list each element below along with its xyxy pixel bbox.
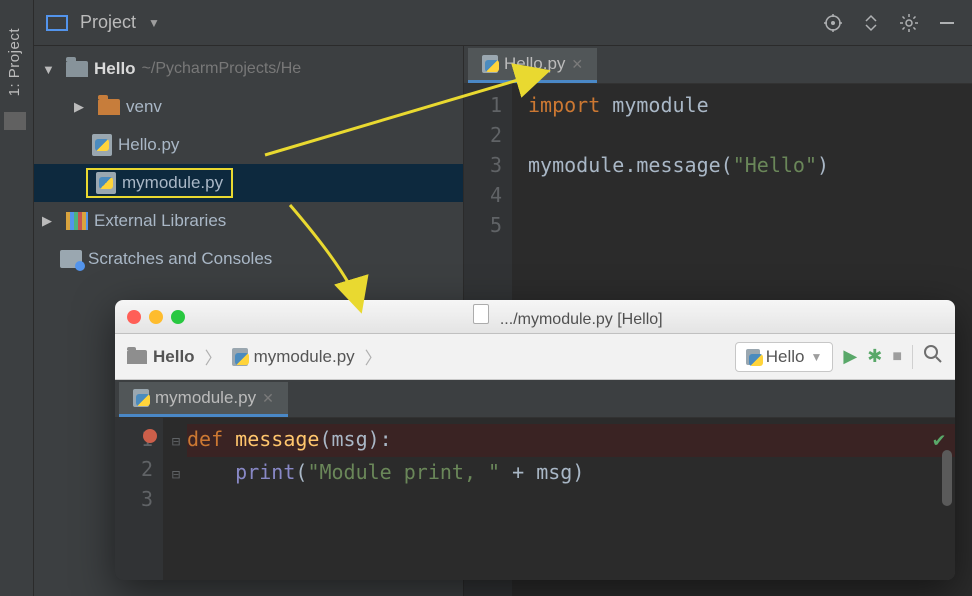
params: (msg): xyxy=(319,427,391,451)
tree-label: Hello.py xyxy=(118,135,179,155)
tree-hello-py[interactable]: Hello.py xyxy=(34,126,463,164)
tree-label: venv xyxy=(126,97,162,117)
line-number: 3 xyxy=(464,150,502,180)
keyword: def xyxy=(187,427,223,451)
keyword: import xyxy=(528,93,600,117)
chevron-down-icon: ▼ xyxy=(811,350,823,364)
project-tool-tab[interactable]: 1: Project xyxy=(6,28,23,96)
code-area[interactable]: 1 2 3 ⊟def message(msg): ⊟ print("Module… xyxy=(115,418,955,580)
close-icon[interactable]: ✕ xyxy=(571,56,583,73)
project-view-icon xyxy=(46,15,68,31)
tree-scratches[interactable]: Scratches and Consoles xyxy=(34,240,463,278)
tree-mymodule-py[interactable]: mymodule.py xyxy=(34,164,463,202)
tree-root-hello[interactable]: ▼ Hello ~/PycharmProjects/He xyxy=(34,50,463,88)
chevron-right-icon[interactable]: ▶ xyxy=(42,213,60,229)
line-number: 1 xyxy=(464,90,502,120)
function-name: message xyxy=(235,427,319,451)
library-icon xyxy=(66,212,88,230)
window-zoom-icon[interactable] xyxy=(171,310,185,324)
gutter: 1 2 3 xyxy=(115,418,163,580)
operator: + xyxy=(500,460,536,484)
code-body[interactable]: ⊟def message(msg): ⊟ print("Module print… xyxy=(163,418,955,580)
paren: ) xyxy=(572,460,584,484)
run-config-selector[interactable]: Hello ▼ xyxy=(735,342,834,372)
python-file-icon xyxy=(92,134,112,156)
line-number: 4 xyxy=(464,180,502,210)
chevron-right-icon: 〉 xyxy=(205,344,222,369)
tree-external-libraries[interactable]: ▶ External Libraries xyxy=(34,202,463,240)
floating-editor-area: mymodule.py ✕ 1 2 3 ⊟def message(msg): ⊟… xyxy=(115,380,955,580)
string-literal: "Hello" xyxy=(733,153,817,177)
paren: ) xyxy=(817,153,829,177)
tab-label: mymodule.py xyxy=(155,388,256,408)
tree-label: External Libraries xyxy=(94,211,226,231)
scratches-icon xyxy=(60,250,82,268)
document-icon xyxy=(473,304,489,324)
breadcrumb-label: mymodule.py xyxy=(254,347,355,367)
floating-editor-window: .../mymodule.py [Hello] Hello 〉 mymodule… xyxy=(115,300,955,580)
python-file-icon xyxy=(96,172,116,194)
tab-mymodule-py[interactable]: mymodule.py ✕ xyxy=(119,382,288,417)
string-literal: "Module print, " xyxy=(307,460,500,484)
chevron-right-icon: 〉 xyxy=(365,344,382,369)
locate-icon[interactable] xyxy=(820,10,846,36)
identifier: mymodule xyxy=(528,153,624,177)
run-icon[interactable]: ▶ xyxy=(843,346,857,367)
window-titlebar[interactable]: .../mymodule.py [Hello] xyxy=(115,300,955,334)
editor-tabbar: Hello.py ✕ xyxy=(464,46,972,84)
folder-icon xyxy=(66,61,88,77)
paren: ( xyxy=(295,460,307,484)
breadcrumb-label: Hello xyxy=(153,347,195,367)
tab-label: Hello.py xyxy=(504,54,565,74)
identifier: mymodule xyxy=(612,93,708,117)
python-file-icon xyxy=(482,55,498,73)
line-number: 2 xyxy=(464,120,502,150)
window-minimize-icon[interactable] xyxy=(149,310,163,324)
project-path: ~/PycharmProjects/He xyxy=(142,60,302,78)
identifier: msg xyxy=(536,460,572,484)
tree-label: Scratches and Consoles xyxy=(88,249,272,269)
tool-window-indicator xyxy=(4,112,26,130)
navigation-bar: Hello 〉 mymodule.py 〉 Hello ▼ ▶ ✱ ■ xyxy=(115,334,955,380)
window-title: .../mymodule.py [Hello] xyxy=(193,304,943,329)
chevron-right-icon[interactable]: ▶ xyxy=(74,99,92,115)
close-icon[interactable]: ✕ xyxy=(262,390,274,407)
line-number: 3 xyxy=(115,484,153,514)
stop-icon[interactable]: ■ xyxy=(892,348,902,366)
python-file-icon xyxy=(133,389,149,407)
fold-icon[interactable]: ⊟ xyxy=(169,427,183,457)
project-view-label[interactable]: Project xyxy=(80,12,136,33)
chevron-down-icon[interactable]: ▼ xyxy=(42,62,60,77)
breakpoint-icon[interactable] xyxy=(143,429,157,443)
config-label: Hello xyxy=(766,347,805,367)
scrollbar-thumb[interactable] xyxy=(942,450,952,506)
breadcrumb-file[interactable]: mymodule.py xyxy=(232,347,355,367)
call: .message( xyxy=(624,153,732,177)
window-close-icon[interactable] xyxy=(127,310,141,324)
fold-end-icon[interactable]: ⊟ xyxy=(169,460,183,490)
project-toolbar: Project ▼ xyxy=(34,0,972,46)
separator xyxy=(912,345,913,369)
builtin: print xyxy=(235,460,295,484)
inspection-ok-icon[interactable]: ✔ xyxy=(933,424,945,454)
expand-all-icon[interactable] xyxy=(858,10,884,36)
editor-tabbar: mymodule.py ✕ xyxy=(115,380,955,418)
line-number: 2 xyxy=(115,454,153,484)
tree-label: mymodule.py xyxy=(122,173,223,193)
debug-icon[interactable]: ✱ xyxy=(867,346,882,367)
search-icon[interactable] xyxy=(923,344,943,369)
project-name: Hello xyxy=(94,59,136,79)
tab-hello-py[interactable]: Hello.py ✕ xyxy=(468,48,597,83)
tree-venv[interactable]: ▶ venv xyxy=(34,88,463,126)
python-file-icon xyxy=(232,348,248,366)
python-file-icon xyxy=(746,349,760,365)
folder-icon xyxy=(127,350,147,364)
chevron-down-icon[interactable]: ▼ xyxy=(148,16,160,30)
line-number: 5 xyxy=(464,210,502,240)
tool-window-bar: 1: Project xyxy=(0,0,34,596)
settings-gear-icon[interactable] xyxy=(896,10,922,36)
folder-icon xyxy=(98,99,120,115)
breadcrumb-root[interactable]: Hello xyxy=(127,347,195,367)
hide-icon[interactable] xyxy=(934,10,960,36)
